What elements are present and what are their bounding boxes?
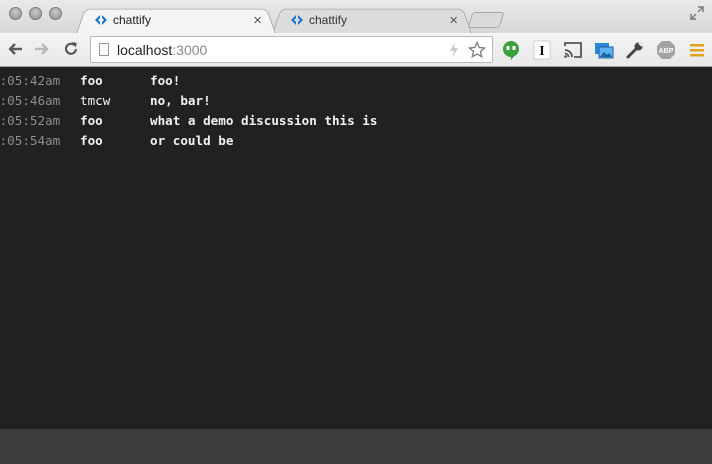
message-timestamp: 9:05:42am <box>0 72 61 88</box>
tab-chattify-active[interactable]: chattify × <box>76 6 276 34</box>
message-row: 9:05:42am foo foo! <box>0 70 377 90</box>
instapaper-label: I <box>539 44 544 59</box>
window-close-button[interactable] <box>9 7 22 20</box>
window-zoom-button[interactable] <box>49 7 62 20</box>
page-icon <box>99 43 109 56</box>
message-text: or could be <box>150 132 234 148</box>
url-text[interactable]: localhost:3000 <box>117 42 207 58</box>
browser-toolbar: localhost:3000 I ABP <box>0 33 712 67</box>
adblock-icon[interactable]: ABP <box>656 40 676 60</box>
message-text: what a demo discussion this is <box>150 112 378 128</box>
message-text: no, bar! <box>150 92 211 108</box>
address-bar[interactable]: localhost:3000 <box>90 36 493 63</box>
message-timestamp: 9:05:52am <box>0 112 61 128</box>
wrench-icon[interactable] <box>625 40 645 60</box>
url-host: localhost <box>117 41 173 58</box>
tab-title: chattify <box>309 13 348 27</box>
message-timestamp: 9:05:54am <box>0 132 61 148</box>
reload-icon[interactable] <box>62 40 80 58</box>
message-username: tmcw <box>80 92 111 108</box>
fullscreen-icon[interactable] <box>690 6 704 20</box>
tab-close-icon[interactable]: × <box>253 13 262 28</box>
tab-strip: chattify × chattify × <box>0 0 712 34</box>
message-row: 9:05:52am foo what a demo discussion thi… <box>0 110 377 130</box>
url-port: :3000 <box>172 41 208 58</box>
new-tab-button[interactable] <box>467 12 505 28</box>
message-row: 9:05:46am tmcw no, bar! <box>0 90 377 110</box>
adblock-label: ABP <box>659 48 674 55</box>
tab-close-icon[interactable]: × <box>449 13 458 28</box>
forward-arrow-icon[interactable] <box>33 40 51 58</box>
message-username: foo <box>80 72 103 88</box>
menu-icon[interactable] <box>687 40 707 60</box>
message-username: foo <box>80 132 103 148</box>
message-username: foo <box>80 112 103 128</box>
message-row: 9:05:54am foo or could be <box>0 130 377 150</box>
message-timestamp: 9:05:46am <box>0 92 61 108</box>
window-minimize-button[interactable] <box>29 7 42 20</box>
lightning-icon[interactable] <box>448 41 460 59</box>
bookmark-star-icon[interactable] <box>468 41 486 59</box>
chattify-favicon-icon <box>95 15 107 25</box>
photo-icon[interactable] <box>594 40 614 60</box>
cast-icon[interactable] <box>563 40 583 60</box>
tab-chattify-background[interactable]: chattify × <box>272 6 472 34</box>
bottom-bar <box>0 429 712 464</box>
tab-title: chattify <box>113 13 152 27</box>
message-log: 9:05:42am foo foo! 9:05:46am tmcw no, ba… <box>0 70 377 150</box>
hangouts-icon[interactable] <box>501 40 521 60</box>
message-text: foo! <box>150 72 181 88</box>
instapaper-icon[interactable]: I <box>532 40 552 60</box>
chat-page: 9:05:42am foo foo! 9:05:46am tmcw no, ba… <box>0 67 712 429</box>
chattify-favicon-icon <box>291 15 303 25</box>
back-arrow-icon[interactable] <box>6 40 24 58</box>
